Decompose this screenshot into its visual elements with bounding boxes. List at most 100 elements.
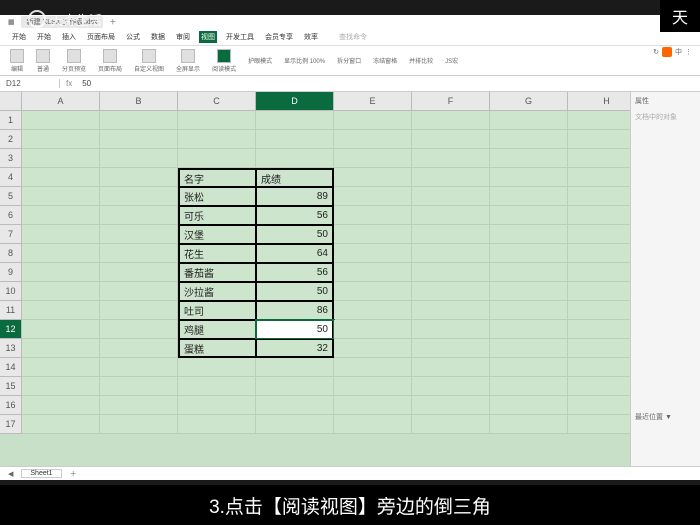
cell-E6[interactable] (334, 206, 412, 225)
new-tab-button[interactable]: ＋ (109, 17, 116, 27)
cell-H4[interactable] (568, 168, 630, 187)
cell-H17[interactable] (568, 415, 630, 434)
fx-label[interactable]: fx (60, 79, 78, 88)
cell-A2[interactable] (22, 130, 100, 149)
cell-D4[interactable]: 成绩 (256, 168, 334, 187)
menu-item[interactable]: 页面布局 (85, 31, 117, 43)
row-header-12[interactable]: 12 (0, 320, 22, 339)
cell-G11[interactable] (490, 301, 568, 320)
cell-C9[interactable]: 番茄酱 (178, 263, 256, 282)
cell-H2[interactable] (568, 130, 630, 149)
cell-C7[interactable]: 汉堡 (178, 225, 256, 244)
row-header-10[interactable]: 10 (0, 282, 22, 301)
cell-D10[interactable]: 50 (256, 282, 334, 301)
menu-file[interactable]: 开始 (10, 31, 28, 43)
cell-G12[interactable] (490, 320, 568, 339)
cell-D17[interactable] (256, 415, 334, 434)
cell-F5[interactable] (412, 187, 490, 206)
sync-icon[interactable]: ↻ (653, 48, 659, 56)
select-all-corner[interactable] (0, 92, 22, 111)
ribbon-eye[interactable]: 护眼模式 (248, 56, 272, 65)
ribbon-layout[interactable]: 页面布局 (98, 49, 122, 73)
cell-G7[interactable] (490, 225, 568, 244)
cell-D13[interactable]: 32 (256, 339, 334, 358)
cell-D9[interactable]: 56 (256, 263, 334, 282)
cell-E13[interactable] (334, 339, 412, 358)
cell-B2[interactable] (100, 130, 178, 149)
cell-G3[interactable] (490, 149, 568, 168)
cell-E9[interactable] (334, 263, 412, 282)
cell-F2[interactable] (412, 130, 490, 149)
cell-B7[interactable] (100, 225, 178, 244)
cell-B6[interactable] (100, 206, 178, 225)
sheet-nav-prev[interactable]: ◀ (8, 470, 13, 478)
cell-F16[interactable] (412, 396, 490, 415)
cell-H14[interactable] (568, 358, 630, 377)
cell-G17[interactable] (490, 415, 568, 434)
cell-H8[interactable] (568, 244, 630, 263)
cell-E5[interactable] (334, 187, 412, 206)
cell-C16[interactable] (178, 396, 256, 415)
cell-H16[interactable] (568, 396, 630, 415)
cell-D6[interactable]: 56 (256, 206, 334, 225)
cell-C10[interactable]: 沙拉酱 (178, 282, 256, 301)
menu-item[interactable]: 插入 (60, 31, 78, 43)
cell-F1[interactable] (412, 111, 490, 130)
cell-H12[interactable] (568, 320, 630, 339)
menu-item[interactable]: 审阅 (174, 31, 192, 43)
cell-B3[interactable] (100, 149, 178, 168)
cell-H3[interactable] (568, 149, 630, 168)
row-header-13[interactable]: 13 (0, 339, 22, 358)
cell-B17[interactable] (100, 415, 178, 434)
menu-item[interactable]: 会员专享 (263, 31, 295, 43)
cell-B9[interactable] (100, 263, 178, 282)
cell-F12[interactable] (412, 320, 490, 339)
cell-G13[interactable] (490, 339, 568, 358)
cell-D16[interactable] (256, 396, 334, 415)
cell-E12[interactable] (334, 320, 412, 339)
cell-D2[interactable] (256, 130, 334, 149)
ribbon-compare[interactable]: 并排比较 (409, 56, 433, 65)
cell-G1[interactable] (490, 111, 568, 130)
menu-item[interactable]: 数据 (149, 31, 167, 43)
col-header-F[interactable]: F (412, 92, 490, 111)
cell-E14[interactable] (334, 358, 412, 377)
cell-A13[interactable] (22, 339, 100, 358)
col-header-E[interactable]: E (334, 92, 412, 111)
row-header-15[interactable]: 15 (0, 377, 22, 396)
row-header-16[interactable]: 16 (0, 396, 22, 415)
cell-H5[interactable] (568, 187, 630, 206)
menu-item[interactable]: 公式 (124, 31, 142, 43)
col-header-D[interactable]: D (256, 92, 334, 111)
cell-G6[interactable] (490, 206, 568, 225)
row-header-11[interactable]: 11 (0, 301, 22, 320)
cell-F9[interactable] (412, 263, 490, 282)
cell-D5[interactable]: 89 (256, 187, 334, 206)
cell-D8[interactable]: 64 (256, 244, 334, 263)
cell-E11[interactable] (334, 301, 412, 320)
cell-D3[interactable] (256, 149, 334, 168)
cell-H9[interactable] (568, 263, 630, 282)
cell-B1[interactable] (100, 111, 178, 130)
cell-D14[interactable] (256, 358, 334, 377)
cell-E17[interactable] (334, 415, 412, 434)
cell-H6[interactable] (568, 206, 630, 225)
cell-C17[interactable] (178, 415, 256, 434)
panel-recent[interactable]: 最近位置 ▼ (635, 412, 696, 422)
cell-E4[interactable] (334, 168, 412, 187)
col-header-H[interactable]: H (568, 92, 630, 111)
cell-D11[interactable]: 86 (256, 301, 334, 320)
cell-A1[interactable] (22, 111, 100, 130)
cell-E16[interactable] (334, 396, 412, 415)
cell-F4[interactable] (412, 168, 490, 187)
cell-B11[interactable] (100, 301, 178, 320)
cell-A5[interactable] (22, 187, 100, 206)
col-header-C[interactable]: C (178, 92, 256, 111)
menu-item[interactable]: 开始 (35, 31, 53, 43)
cell-A10[interactable] (22, 282, 100, 301)
ribbon-macro[interactable]: JS宏 (445, 56, 458, 65)
formula-input[interactable]: 50 (78, 79, 700, 88)
ribbon-custom[interactable]: 自定义视图 (134, 49, 164, 73)
cell-H7[interactable] (568, 225, 630, 244)
more-icon[interactable]: ⋮ (685, 48, 692, 56)
